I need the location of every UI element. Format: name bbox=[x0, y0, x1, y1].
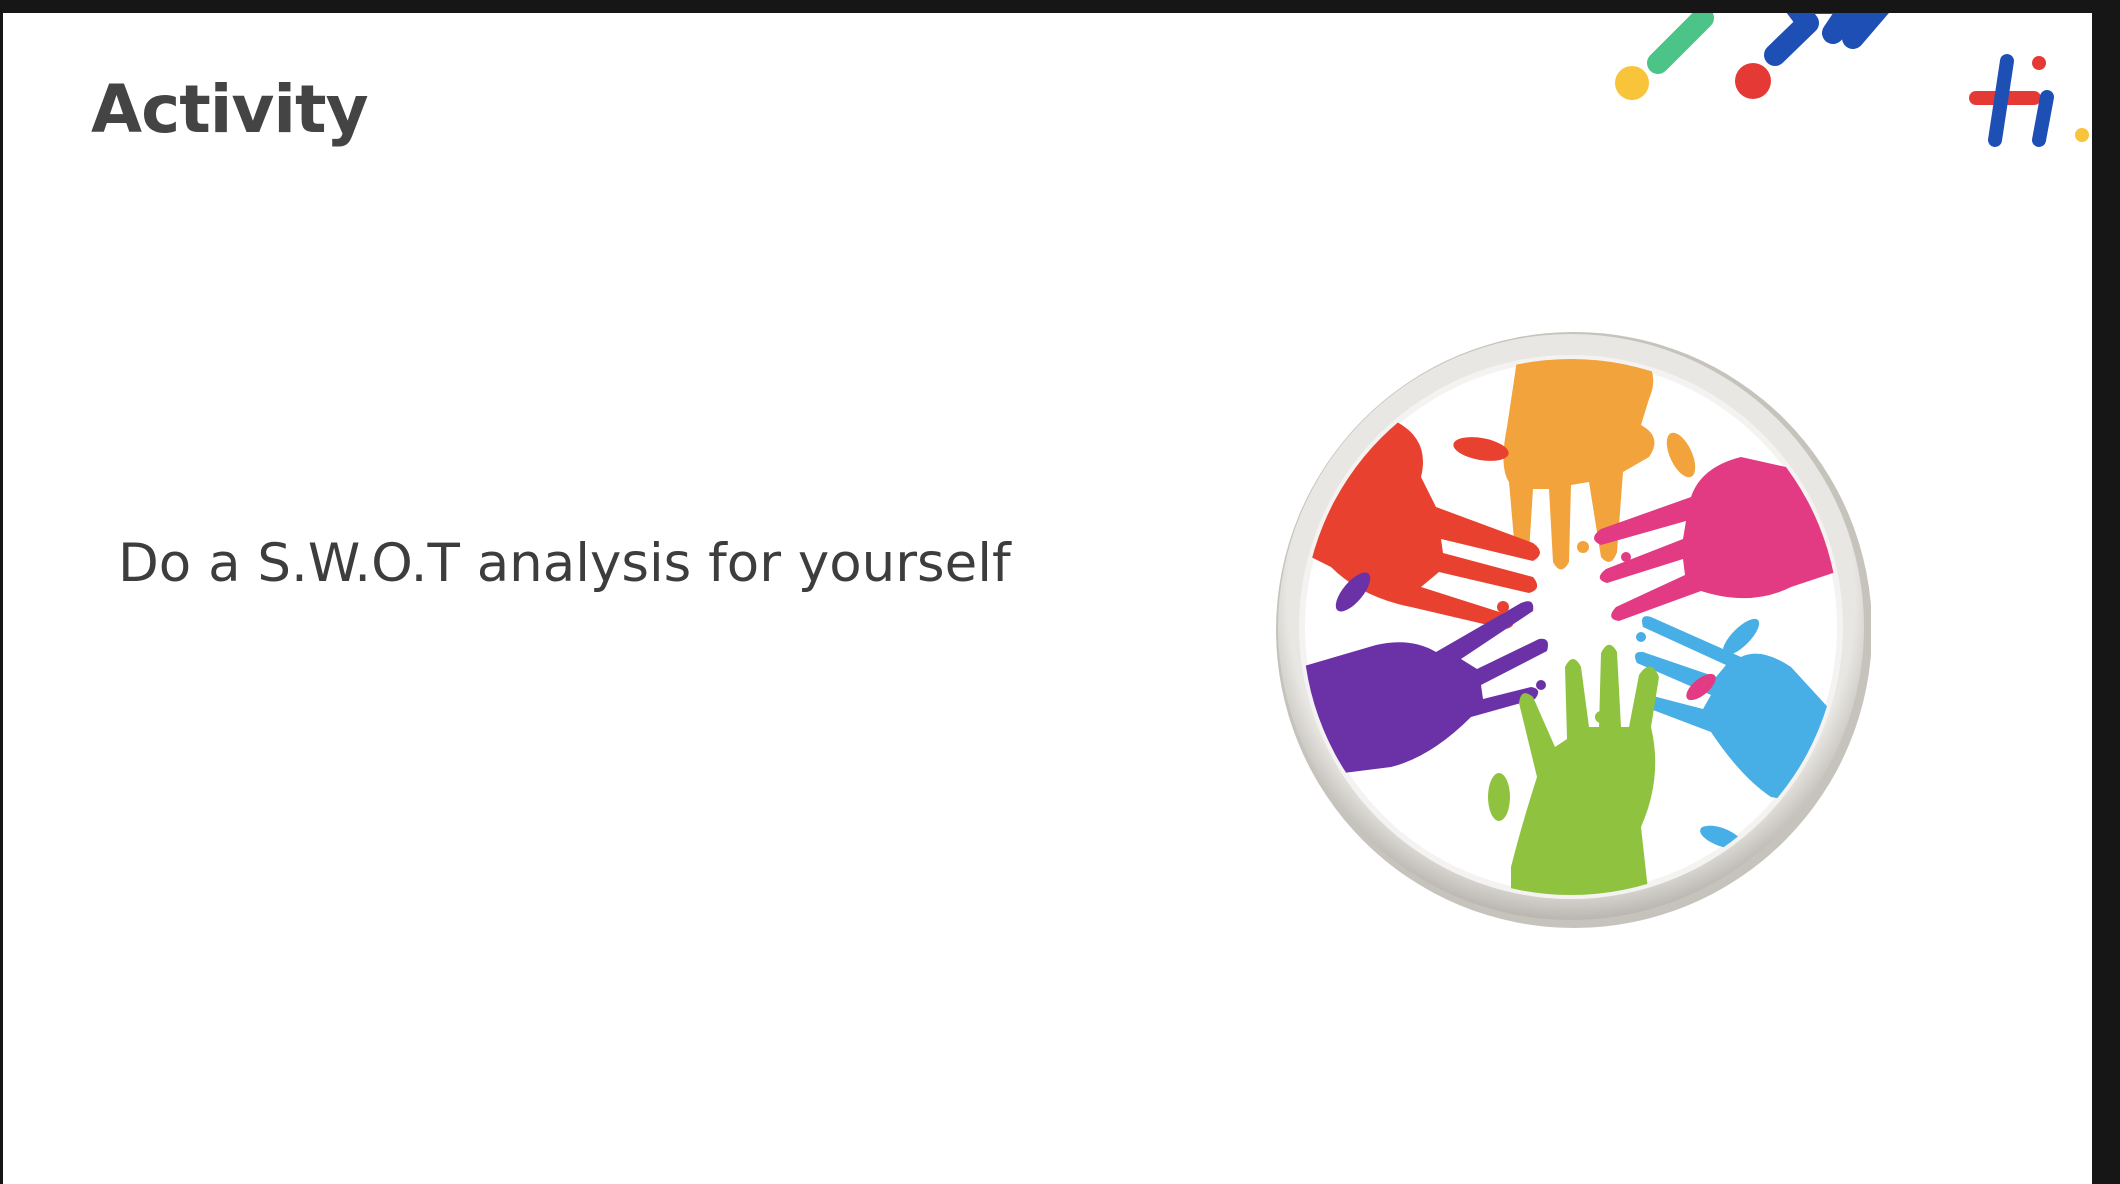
window-top-bar bbox=[0, 0, 2120, 13]
decorative-streaks bbox=[1615, 13, 1889, 100]
slide-body-text: Do a S.W.O.T analysis for yourself bbox=[118, 533, 1011, 594]
presentation-slide: Activity Do a S.W.O.T analysis for yours… bbox=[3, 13, 2092, 1184]
slide-title: Activity bbox=[91, 71, 369, 148]
brand-decoration bbox=[1615, 13, 2089, 147]
window-right-edge bbox=[2092, 0, 2120, 1184]
hi-logo-icon bbox=[1969, 54, 2089, 147]
colorful-hands-circle-icon bbox=[1276, 332, 1871, 928]
